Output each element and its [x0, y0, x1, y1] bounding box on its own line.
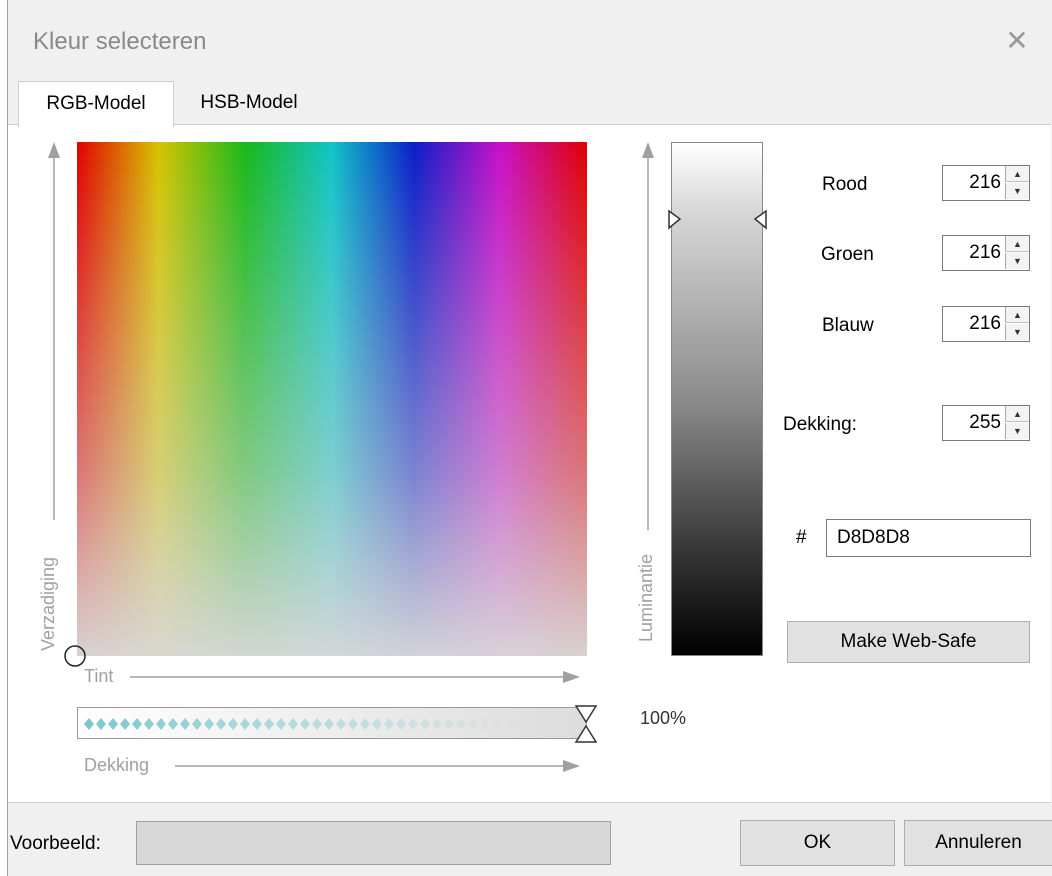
opacity-percent: 100%: [640, 708, 687, 728]
cancel-button[interactable]: Annuleren: [904, 820, 1052, 866]
alpha-value[interactable]: 255: [943, 406, 1005, 440]
tab-hsb-model[interactable]: HSB-Model: [174, 81, 324, 125]
opacity-gradient-pattern: [84, 718, 502, 730]
hue-axis-label: Tint: [84, 666, 114, 686]
green-spinner[interactable]: 216 ▲ ▼: [942, 235, 1030, 271]
hex-symbol: #: [796, 527, 807, 548]
saturation-axis-label: Verzadiging: [38, 556, 58, 651]
green-label: Groen: [821, 244, 874, 265]
blue-spin-up-icon[interactable]: ▲: [1005, 307, 1029, 323]
hex-input[interactable]: D8D8D8: [826, 519, 1031, 557]
blue-spinner[interactable]: 216 ▲ ▼: [942, 306, 1030, 342]
color-preview: [136, 821, 611, 865]
red-spin-up-icon[interactable]: ▲: [1005, 166, 1029, 182]
alpha-spinner[interactable]: 255 ▲ ▼: [942, 405, 1030, 441]
blue-value[interactable]: 216: [943, 307, 1005, 341]
blue-spin-down-icon[interactable]: ▼: [1005, 324, 1029, 340]
red-spin-down-icon[interactable]: ▼: [1005, 183, 1029, 199]
close-icon[interactable]: ✕: [1004, 27, 1030, 55]
color-spectrum[interactable]: [77, 142, 587, 656]
hue-axis-arrow: [130, 671, 580, 683]
red-label: Rood: [822, 174, 868, 195]
preview-label: Voorbeeld:: [10, 833, 101, 854]
opacity-axis-label: Dekking: [84, 755, 150, 775]
luminance-slider-handle[interactable]: [666, 208, 770, 232]
green-value[interactable]: 216: [943, 236, 1005, 270]
red-spinner[interactable]: 216 ▲ ▼: [942, 165, 1030, 201]
ok-button[interactable]: OK: [740, 820, 895, 866]
green-spin-up-icon[interactable]: ▲: [1005, 236, 1029, 252]
red-value[interactable]: 216: [943, 166, 1005, 200]
alpha-spin-down-icon[interactable]: ▼: [1005, 423, 1029, 439]
opacity-axis-arrow: [175, 760, 580, 772]
blue-label: Blauw: [822, 315, 874, 336]
dialog-title: Kleur selecteren: [33, 28, 207, 55]
green-spin-down-icon[interactable]: ▼: [1005, 253, 1029, 269]
luminance-axis-label: Luminantie: [636, 553, 656, 642]
make-web-safe-button[interactable]: Make Web-Safe: [787, 621, 1030, 663]
tab-rgb-model[interactable]: RGB-Model: [18, 81, 174, 127]
opacity-slider-handle[interactable]: [574, 704, 598, 744]
opacity-slider[interactable]: [77, 707, 587, 739]
alpha-spin-up-icon[interactable]: ▲: [1005, 406, 1029, 422]
alpha-label: Dekking:: [783, 414, 857, 435]
footer-divider: [8, 802, 1051, 803]
